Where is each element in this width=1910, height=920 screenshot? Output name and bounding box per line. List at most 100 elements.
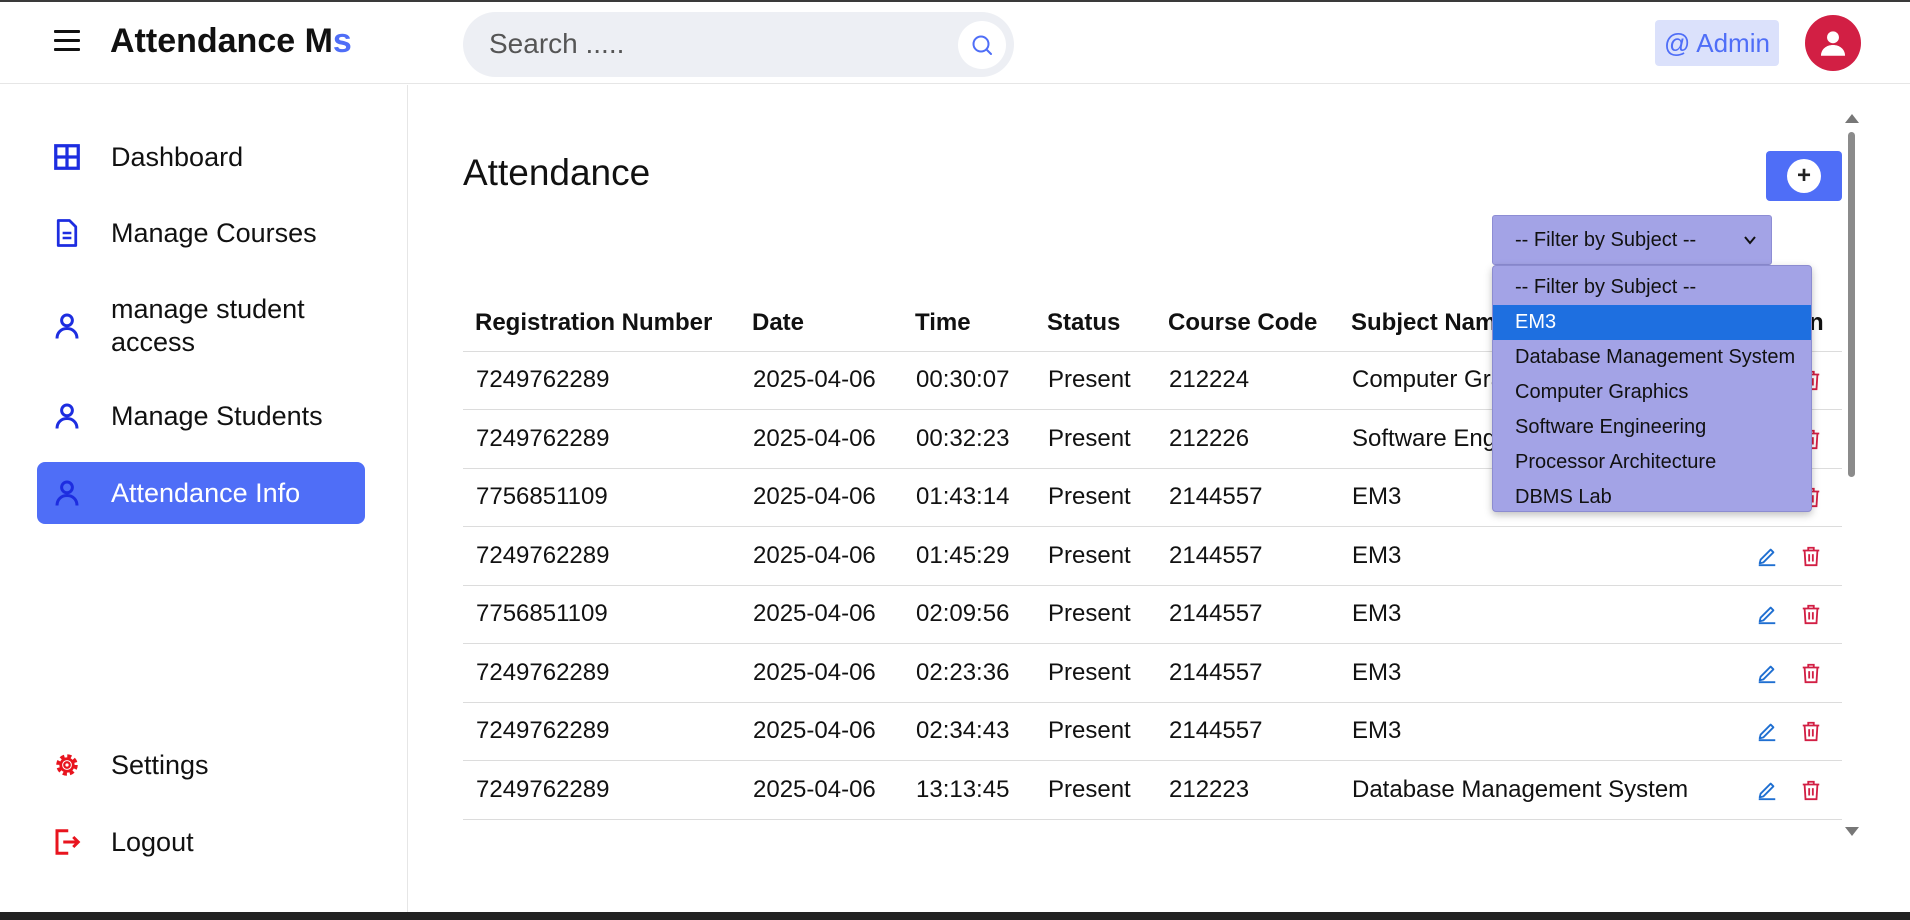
sidebar-item-manage-courses[interactable]: Manage Courses bbox=[37, 209, 365, 257]
table-cell: 7756851109 bbox=[463, 585, 740, 644]
sidebar-item-dashboard[interactable]: Dashboard bbox=[37, 133, 365, 181]
admin-badge[interactable]: @ Admin bbox=[1655, 20, 1779, 66]
trash-icon[interactable] bbox=[1800, 779, 1822, 801]
brand-accent: s bbox=[332, 22, 352, 60]
subject-filter-dropdown: -- Filter by Subject -- EM3 Database Man… bbox=[1492, 265, 1812, 512]
search-button[interactable] bbox=[958, 21, 1006, 69]
search-input[interactable] bbox=[489, 24, 929, 64]
sidebar-item-label: Attendance Info bbox=[111, 477, 301, 508]
table-cell: Present bbox=[1035, 643, 1156, 703]
table-row: 7249762289 2025-04-06 02:23:36 Present 21445… bbox=[463, 643, 1842, 703]
dropdown-option[interactable]: EM3 bbox=[1493, 305, 1811, 340]
table-cell: 01:43:14 bbox=[903, 468, 1035, 527]
sidebar-item-logout[interactable]: Logout bbox=[37, 818, 365, 866]
trash-icon[interactable] bbox=[1800, 545, 1822, 567]
edit-icon[interactable] bbox=[1756, 545, 1778, 567]
table-cell: 02:09:56 bbox=[903, 585, 1035, 644]
trash-icon[interactable] bbox=[1800, 720, 1822, 742]
table-cell: 7756851109 bbox=[463, 468, 740, 527]
table-cell: 7249762289 bbox=[463, 351, 740, 410]
chevron-down-icon bbox=[1744, 236, 1756, 245]
dropdown-option[interactable]: Computer Graphics bbox=[1493, 375, 1811, 410]
table-cell: 7249762289 bbox=[463, 760, 740, 820]
table-cell: 7249762289 bbox=[463, 643, 740, 703]
logout-icon bbox=[37, 827, 97, 857]
edit-icon[interactable] bbox=[1756, 779, 1778, 801]
user-icon bbox=[37, 401, 97, 431]
search-icon bbox=[972, 35, 992, 55]
table-cell: Present bbox=[1035, 585, 1156, 644]
add-attendance-button[interactable]: + bbox=[1766, 151, 1842, 201]
sidebar-item-label: Manage Students bbox=[111, 400, 323, 431]
page-title: Attendance bbox=[463, 152, 651, 193]
menu-icon[interactable] bbox=[54, 30, 80, 52]
table-row: 7249762289 2025-04-06 13:13:45 Present 21222… bbox=[463, 760, 1842, 820]
search-bar bbox=[463, 12, 1014, 77]
table-cell: 2025-04-06 bbox=[740, 643, 903, 703]
dropdown-option[interactable]: Processor Architecture bbox=[1493, 445, 1811, 480]
edit-icon[interactable] bbox=[1756, 603, 1778, 625]
table-cell: EM3 bbox=[1339, 643, 1737, 703]
avatar[interactable] bbox=[1805, 15, 1861, 71]
sidebar-item-attendance-info[interactable]: Attendance Info bbox=[37, 462, 365, 524]
gear-icon bbox=[37, 750, 97, 780]
sidebar-item-settings[interactable]: Settings bbox=[37, 741, 365, 789]
dropdown-option[interactable]: DBMS Lab bbox=[1493, 480, 1811, 511]
table-cell: 2144557 bbox=[1156, 585, 1339, 644]
subject-filter-value: -- Filter by Subject -- bbox=[1515, 228, 1697, 251]
sidebar-item-manage-students[interactable]: Manage Students bbox=[37, 392, 365, 440]
user-avatar-icon bbox=[1820, 31, 1846, 56]
table-cell: Present bbox=[1035, 409, 1156, 469]
brand-main: Attendance M bbox=[110, 22, 333, 60]
table-cell: EM3 bbox=[1339, 702, 1737, 761]
table-cell: Present bbox=[1035, 526, 1156, 586]
trash-icon[interactable] bbox=[1800, 662, 1822, 684]
column-header: Course Code bbox=[1156, 295, 1339, 352]
scroll-up-arrow[interactable] bbox=[1845, 114, 1859, 123]
table-cell: 7249762289 bbox=[463, 409, 740, 469]
sidebar-item-manage-student-access[interactable]: manage student access bbox=[37, 291, 365, 361]
table-cell: 7249762289 bbox=[463, 702, 740, 761]
table-cell: 2144557 bbox=[1156, 468, 1339, 527]
table-cell: 01:45:29 bbox=[903, 526, 1035, 586]
trash-icon[interactable] bbox=[1800, 603, 1822, 625]
column-header: Date bbox=[740, 295, 903, 352]
row-actions bbox=[1737, 643, 1842, 703]
dropdown-option[interactable]: Software Engineering bbox=[1493, 410, 1811, 445]
window-bottom-border bbox=[0, 912, 1910, 920]
row-actions bbox=[1737, 526, 1842, 586]
table-cell: 2025-04-06 bbox=[740, 585, 903, 644]
scrollbar-thumb[interactable] bbox=[1848, 132, 1855, 477]
table-cell: 2144557 bbox=[1156, 702, 1339, 761]
table-cell: 13:13:45 bbox=[903, 760, 1035, 820]
user-icon bbox=[37, 311, 97, 341]
table-cell: Present bbox=[1035, 760, 1156, 820]
subject-filter-select[interactable]: -- Filter by Subject -- bbox=[1492, 215, 1772, 265]
sidebar-item-label: manage student access bbox=[111, 294, 305, 357]
table-cell: Database Management System bbox=[1339, 760, 1737, 820]
table-cell: 00:30:07 bbox=[903, 351, 1035, 410]
user-icon bbox=[37, 478, 97, 508]
table-cell: 7249762289 bbox=[463, 526, 740, 586]
document-icon bbox=[37, 218, 97, 248]
table-cell: EM3 bbox=[1339, 585, 1737, 644]
dropdown-option[interactable]: -- Filter by Subject -- bbox=[1493, 270, 1811, 305]
table-cell: 2025-04-06 bbox=[740, 468, 903, 527]
edit-icon[interactable] bbox=[1756, 662, 1778, 684]
table-cell: 2025-04-06 bbox=[740, 760, 903, 820]
row-actions bbox=[1737, 585, 1842, 644]
table-cell: 2025-04-06 bbox=[740, 526, 903, 586]
grid-icon bbox=[37, 142, 97, 172]
edit-icon[interactable] bbox=[1756, 720, 1778, 742]
sidebar-item-label: Dashboard bbox=[111, 141, 244, 172]
scroll-down-arrow[interactable] bbox=[1845, 827, 1859, 836]
table-cell: 212226 bbox=[1156, 409, 1339, 469]
scrollbar[interactable] bbox=[1843, 110, 1859, 840]
dropdown-option[interactable]: Database Management System bbox=[1493, 340, 1811, 375]
table-cell: 2025-04-06 bbox=[740, 702, 903, 761]
table-row: 7756851109 2025-04-06 02:09:56 Present 21445… bbox=[463, 585, 1842, 644]
top-header: Attendance Ms @ Admin bbox=[0, 2, 1910, 84]
row-actions bbox=[1737, 702, 1842, 761]
table-cell: Present bbox=[1035, 702, 1156, 761]
sidebar-item-label: Settings bbox=[111, 749, 209, 780]
